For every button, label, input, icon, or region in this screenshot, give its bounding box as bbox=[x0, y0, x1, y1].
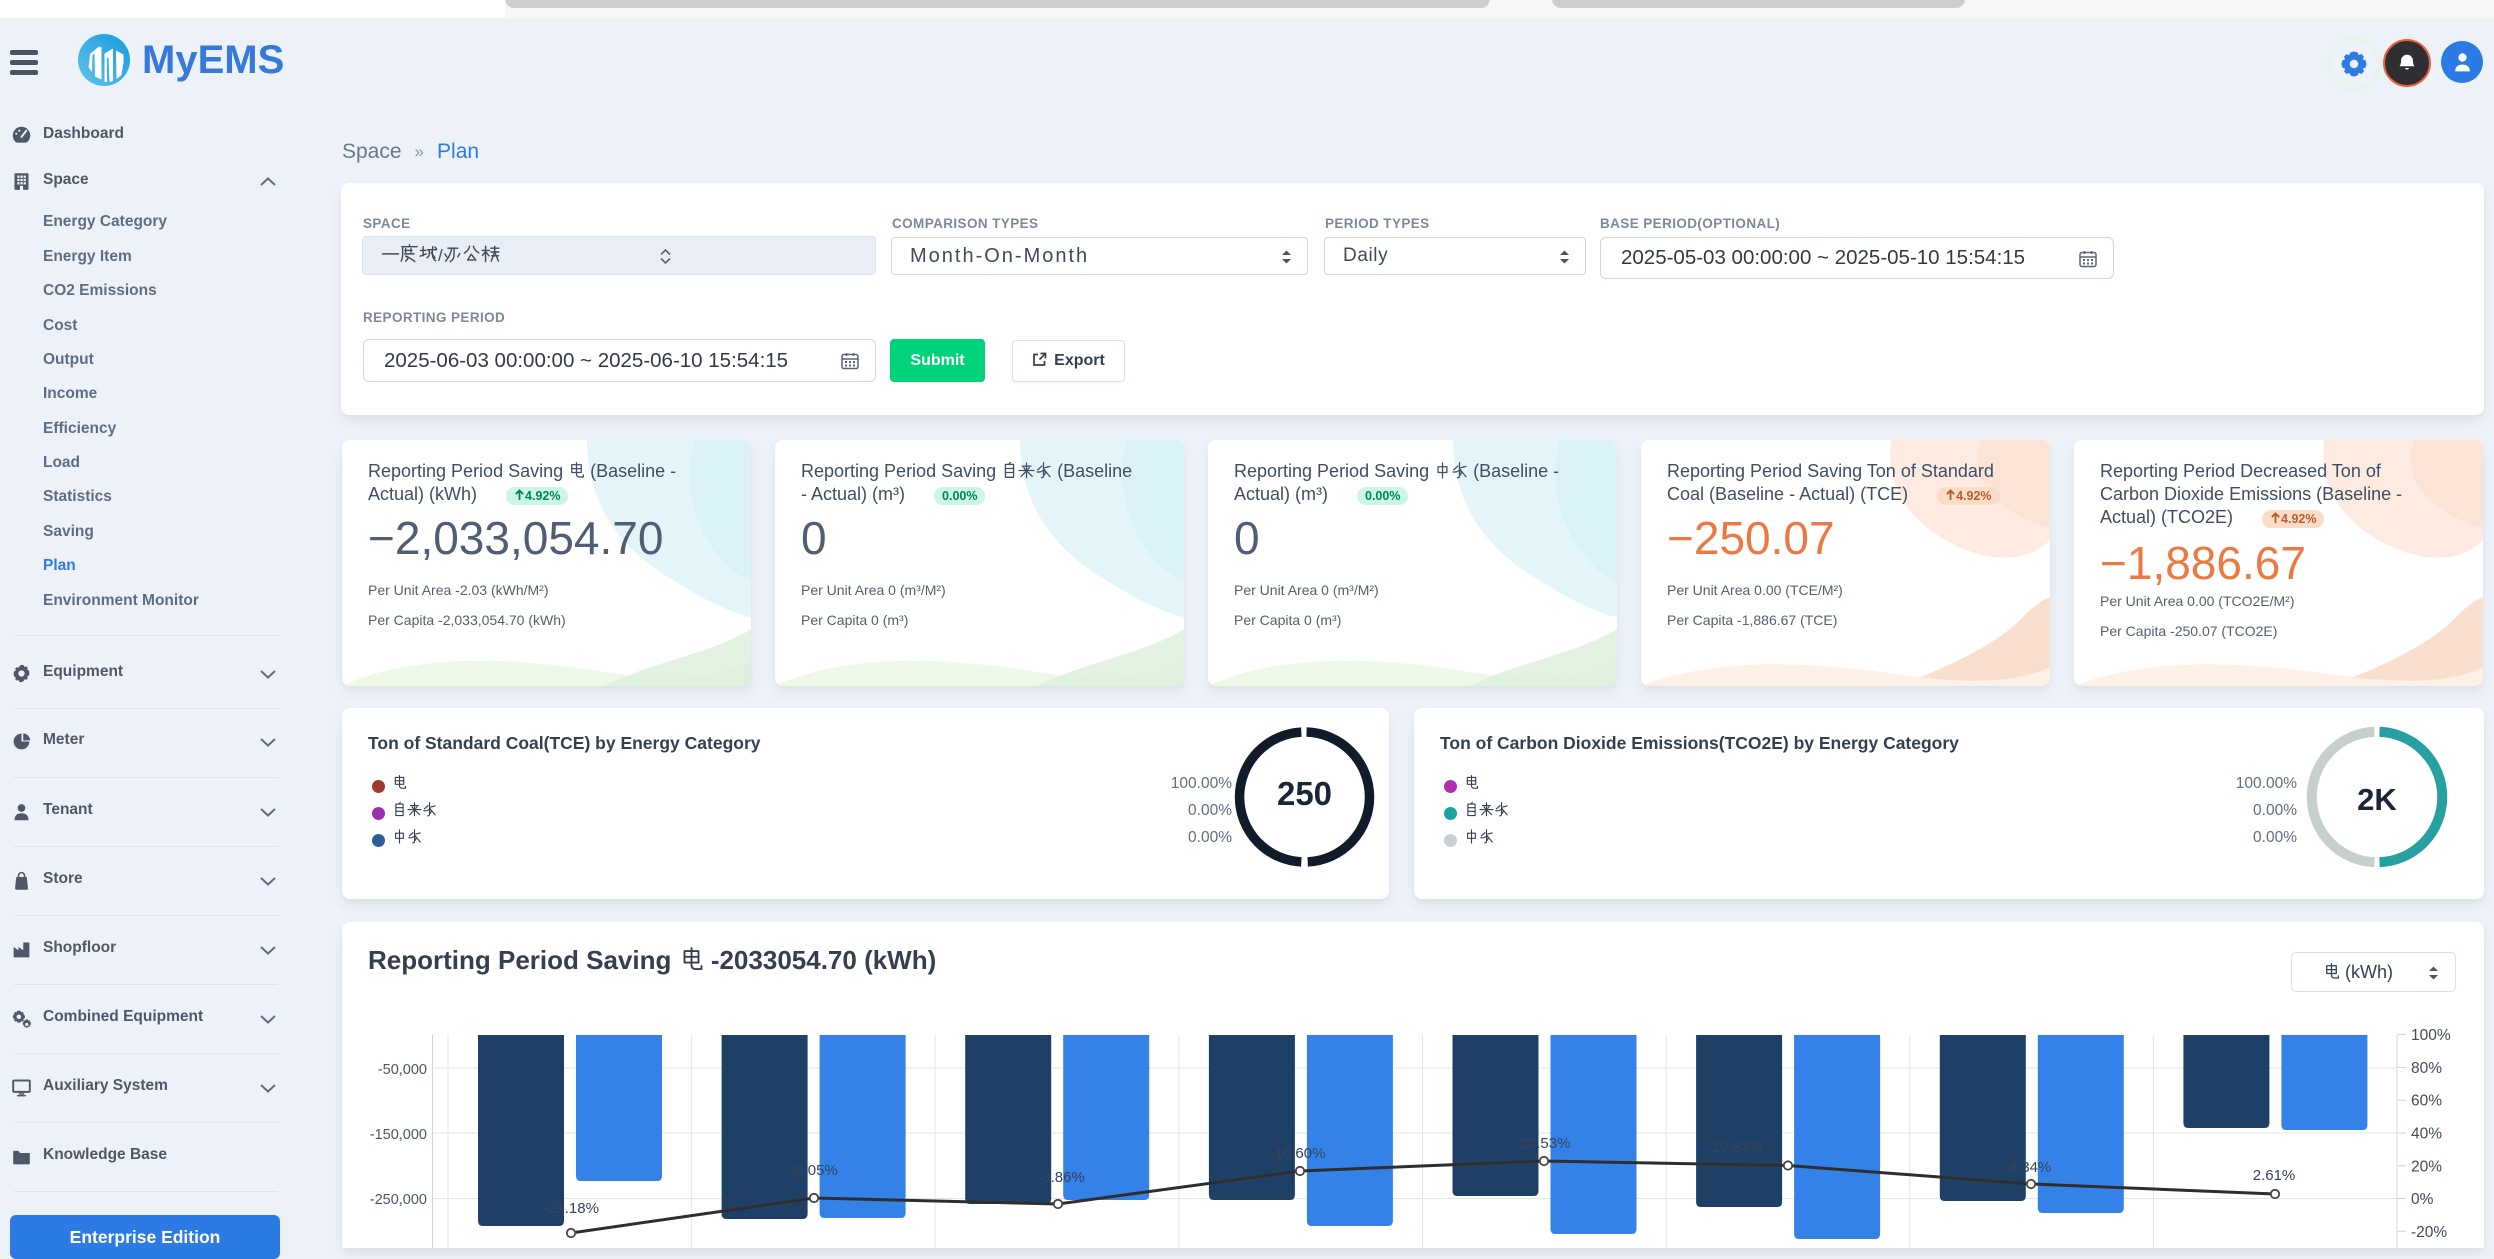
svg-text:100%: 100% bbox=[2411, 1027, 2451, 1044]
svg-text:40%: 40% bbox=[2411, 1126, 2442, 1143]
svg-text:60%: 60% bbox=[2411, 1093, 2442, 1110]
svg-text:20%: 20% bbox=[2411, 1158, 2442, 1175]
svg-text:8.34%: 8.34% bbox=[2009, 1159, 2052, 1176]
svg-text:-150,000: -150,000 bbox=[370, 1127, 427, 1143]
svg-text:-250,000: -250,000 bbox=[370, 1192, 427, 1208]
svg-text:2.61%: 2.61% bbox=[2253, 1167, 2296, 1184]
svg-text:19.83%: 19.83% bbox=[1712, 1139, 1763, 1156]
svg-text:-0.05%: -0.05% bbox=[790, 1162, 838, 1179]
svg-text:-21.18%: -21.18% bbox=[543, 1200, 599, 1217]
svg-text:16.60%: 16.60% bbox=[1275, 1145, 1326, 1162]
svg-text:0%: 0% bbox=[2411, 1191, 2434, 1208]
svg-text:80%: 80% bbox=[2411, 1060, 2442, 1077]
svg-text:-20%: -20% bbox=[2411, 1224, 2447, 1241]
svg-text:22.53%: 22.53% bbox=[1520, 1135, 1571, 1152]
svg-text:-50,000: -50,000 bbox=[378, 1062, 427, 1078]
svg-text:-3.86%: -3.86% bbox=[1037, 1169, 1085, 1186]
